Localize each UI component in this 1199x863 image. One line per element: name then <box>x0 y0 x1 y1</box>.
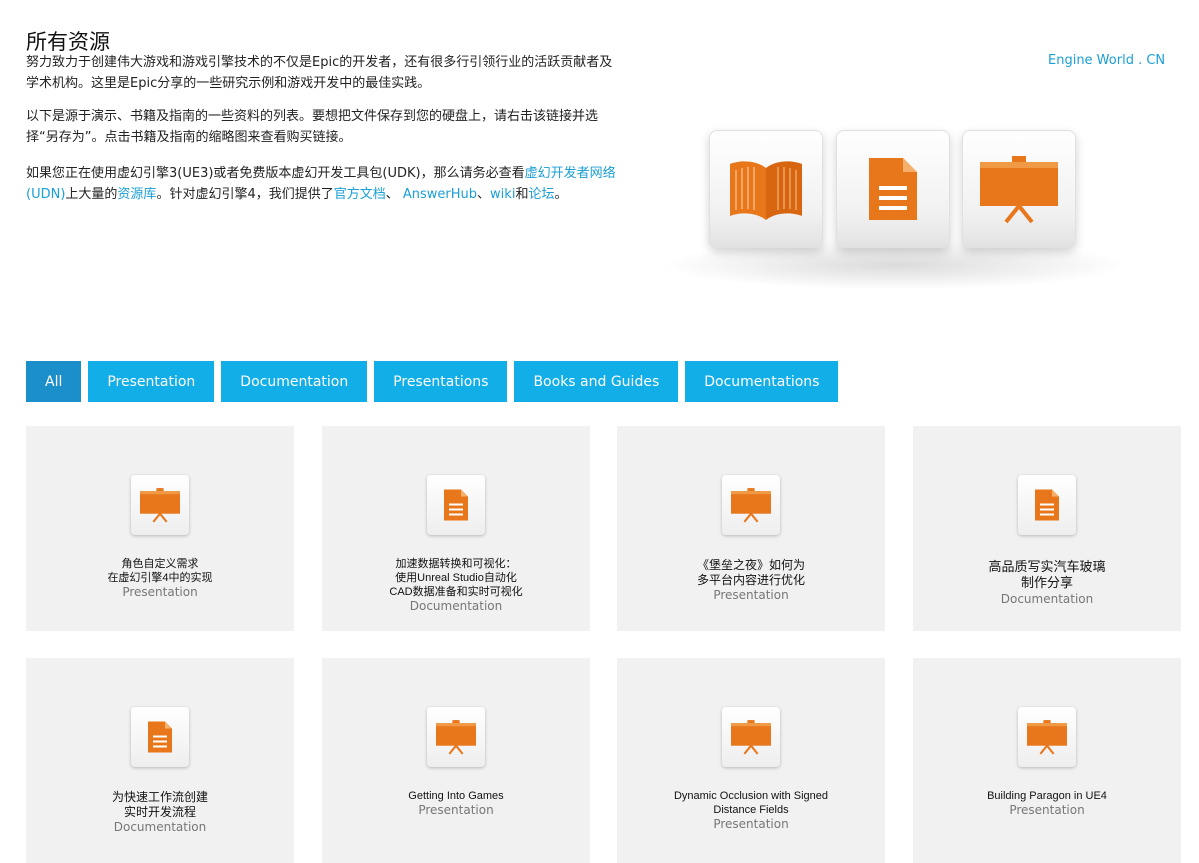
presentation-board-icon <box>436 720 476 755</box>
card-title-block: 为快速工作流创建 实时开发流程 Documentation <box>36 775 284 850</box>
resource-library-link[interactable]: 资源库 <box>117 187 156 202</box>
card-title-block: Getting Into Games Presentation <box>332 775 580 831</box>
tab-all[interactable]: All <box>26 361 82 402</box>
hero-illustration <box>640 120 1140 300</box>
card-thumbnail <box>722 475 780 535</box>
presentation-board-icon <box>140 488 180 523</box>
card-thumbnail <box>1018 475 1076 535</box>
engine-world-link[interactable]: Engine World . CN <box>1048 53 1165 68</box>
card-thumbnail <box>722 707 780 767</box>
intro-text: 上大量的 <box>65 187 118 202</box>
resource-card[interactable]: Building Paragon in UE4 Presentation <box>913 658 1181 863</box>
intro-text: 和 <box>515 187 529 202</box>
tab-books-and-guides[interactable]: Books and Guides <box>514 361 679 402</box>
card-type: Presentation <box>713 817 789 831</box>
official-docs-link[interactable]: 官方文档 <box>334 187 386 202</box>
intro-paragraph-3: 如果您正在使用虚幻引擎3(UE3)或者免费版本虚幻开发工具包(UDK)，那么请务… <box>26 163 616 205</box>
card-thumbnail <box>427 707 485 767</box>
resource-card[interactable]: 高品质写实汽车玻璃 制作分享 Documentation <box>913 426 1181 631</box>
card-type: Presentation <box>122 585 198 599</box>
resource-card[interactable]: 加速数据转换和可视化： 使用Unreal Studio自动化 CAD数据准备和实… <box>322 426 590 631</box>
card-title-block: 高品质写实汽车玻璃 制作分享 Documentation <box>923 543 1171 623</box>
filter-tabs: All Presentation Documentation Presentat… <box>26 361 839 402</box>
card-title: 《堡垒之夜》如何为 多平台内容进行优化 <box>696 558 805 587</box>
book-icon <box>730 161 802 220</box>
resource-card[interactable]: 《堡垒之夜》如何为 多平台内容进行优化 Presentation <box>617 426 885 631</box>
tab-documentation[interactable]: Documentation <box>221 361 368 402</box>
presentation-board-icon <box>731 488 771 523</box>
answerhub-link[interactable]: AnswerHub <box>403 187 477 202</box>
document-icon <box>444 489 468 521</box>
intro-text: 。针对虚幻引擎4，我们提供了 <box>156 187 334 202</box>
intro-text: 。 <box>554 187 568 202</box>
intro-text: 、 <box>385 187 403 202</box>
presentation-board-icon <box>980 156 1058 224</box>
card-title: Building Paragon in UE4 <box>987 790 1107 802</box>
card-type: Documentation <box>409 599 503 613</box>
tab-presentations[interactable]: Presentations <box>374 361 508 402</box>
wiki-link[interactable]: wiki <box>490 187 515 202</box>
card-title: 高品质写实汽车玻璃 制作分享 <box>988 559 1106 590</box>
tab-presentation[interactable]: Presentation <box>88 361 215 402</box>
forum-link[interactable]: 论坛 <box>528 187 554 202</box>
card-type: Presentation <box>1009 803 1085 817</box>
card-title: Getting Into Games <box>408 790 504 802</box>
intro-text: 、 <box>477 187 491 202</box>
card-title-block: 加速数据转换和可视化： 使用Unreal Studio自动化 CAD数据准备和实… <box>332 543 580 627</box>
card-title-block: 《堡垒之夜》如何为 多平台内容进行优化 Presentation <box>627 543 875 618</box>
card-title-block: Dynamic Occlusion with Signed Distance F… <box>627 775 875 845</box>
card-thumbnail <box>131 475 189 535</box>
resource-card[interactable]: Dynamic Occlusion with Signed Distance F… <box>617 658 885 863</box>
card-title-block: Building Paragon in UE4 Presentation <box>923 775 1171 831</box>
card-thumbnail <box>427 475 485 535</box>
hero-tile-document <box>836 130 950 248</box>
card-type: Presentation <box>713 588 789 602</box>
hero-tile-presentation <box>962 130 1076 248</box>
card-title: 加速数据转换和可视化： 使用Unreal Studio自动化 CAD数据准备和实… <box>389 558 523 598</box>
hero-tile-book <box>709 130 823 248</box>
card-thumbnail <box>131 707 189 767</box>
intro-text: 如果您正在使用虚幻引擎3(UE3)或者免费版本虚幻开发工具包(UDK)，那么请务… <box>26 166 525 181</box>
presentation-board-icon <box>731 720 771 755</box>
document-icon <box>869 158 917 220</box>
card-thumbnail <box>1018 707 1076 767</box>
resource-card[interactable]: 为快速工作流创建 实时开发流程 Documentation <box>26 658 294 863</box>
resource-card[interactable]: Getting Into Games Presentation <box>322 658 590 863</box>
presentation-board-icon <box>1027 720 1067 755</box>
intro-paragraph-1: 努力致力于创建伟大游戏和游戏引擎技术的不仅是Epic的开发者，还有很多行引领行业… <box>26 55 613 91</box>
tab-documentations[interactable]: Documentations <box>685 361 839 402</box>
card-title: 角色自定义需求 在虚幻引擎4中的实现 <box>107 558 213 584</box>
document-icon <box>148 721 172 753</box>
resource-card[interactable]: 角色自定义需求 在虚幻引擎4中的实现 Presentation <box>26 426 294 631</box>
card-title: Dynamic Occlusion with Signed Distance F… <box>673 790 829 816</box>
card-type: Documentation <box>113 820 207 834</box>
document-icon <box>1035 489 1059 521</box>
card-title-block: 角色自定义需求 在虚幻引擎4中的实现 Presentation <box>36 543 284 613</box>
card-title: 为快速工作流创建 实时开发流程 <box>111 790 208 819</box>
intro-paragraph-2: 以下是源于演示、书籍及指南的一些资料的列表。要想把文件保存到您的硬盘上，请右击该… <box>26 109 599 145</box>
card-type: Presentation <box>418 803 494 817</box>
card-type: Documentation <box>1000 592 1094 606</box>
